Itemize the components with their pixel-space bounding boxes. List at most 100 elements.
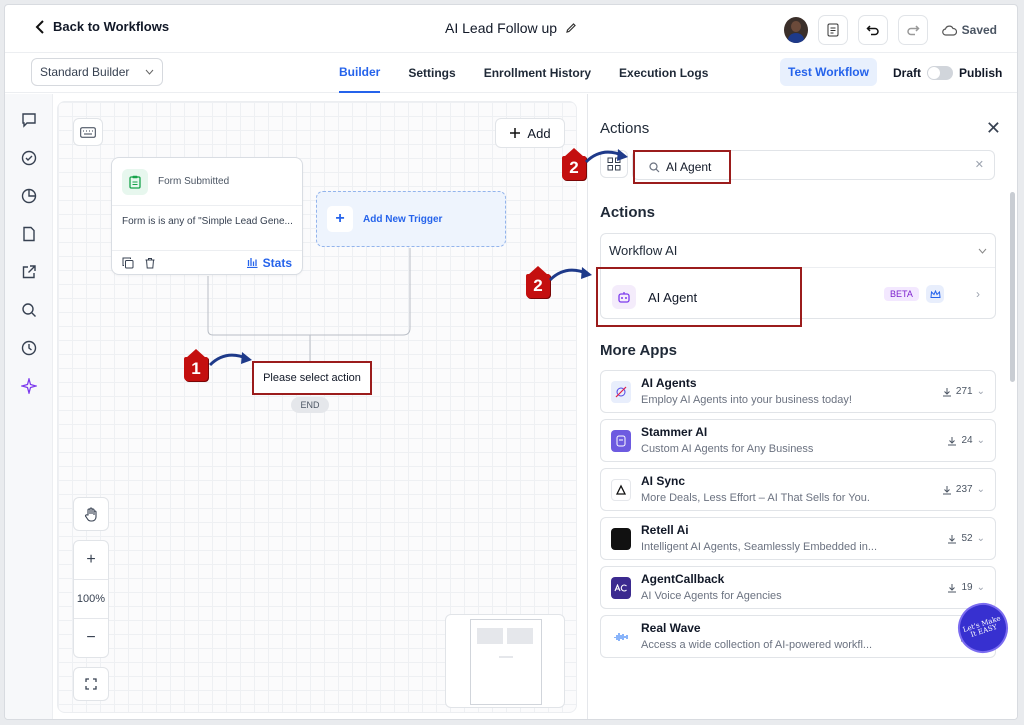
- download-icon: [942, 485, 951, 494]
- redo-button[interactable]: [897, 15, 928, 45]
- publish-toggle-group: Draft Publish: [893, 66, 1002, 80]
- workflow-ai-label: Workflow AI: [609, 243, 678, 258]
- workflow-canvas[interactable]: Add Form Submitted Form is is any of "Si…: [57, 101, 577, 713]
- sparkle-icon: [21, 378, 37, 394]
- actions-heading: Actions: [600, 204, 656, 221]
- top-actions: Saved: [783, 15, 997, 45]
- clear-search-icon[interactable]: ✕: [975, 158, 984, 171]
- back-label: Back to Workflows: [53, 19, 170, 34]
- trigger-card-form-submitted[interactable]: Form Submitted Form is is any of "Simple…: [111, 157, 303, 275]
- rail-analytics[interactable]: [19, 186, 39, 206]
- trigger-card-header: Form Submitted: [112, 158, 302, 206]
- undo-button[interactable]: [857, 15, 888, 45]
- chevron-down-icon: [145, 69, 154, 75]
- keyboard-icon: [80, 126, 96, 138]
- more-apps-heading: More Apps: [600, 342, 677, 359]
- rail-external[interactable]: [19, 262, 39, 282]
- plus-icon: [510, 128, 521, 138]
- app-card-agentcallback[interactable]: AgentCallback AI Voice Agents for Agenci…: [600, 566, 996, 609]
- workflow-title[interactable]: AI Lead Follow up: [445, 20, 577, 36]
- zoom-in-button[interactable]: +: [86, 541, 95, 579]
- keyboard-shortcuts-button[interactable]: [73, 118, 103, 146]
- test-workflow-button[interactable]: Test Workflow: [780, 58, 877, 86]
- add-label: Add: [527, 125, 551, 141]
- rail-check[interactable]: [19, 148, 39, 168]
- copy-icon[interactable]: [122, 257, 134, 269]
- panel-title: Actions: [600, 120, 650, 137]
- app-name: AI Sync: [641, 474, 686, 488]
- search-input[interactable]: AI Agent ✕: [632, 150, 995, 184]
- trash-icon[interactable]: [144, 257, 156, 269]
- app-card-ai-agents[interactable]: AI Agents Employ AI Agents into your bus…: [600, 370, 996, 413]
- search-value: AI Agent: [666, 160, 712, 174]
- search-highlight: AI Agent: [633, 150, 731, 184]
- pan-tool-button[interactable]: [73, 497, 109, 531]
- rail-search[interactable]: [19, 300, 39, 320]
- robot-icon: [612, 285, 636, 309]
- app-desc: Intelligent AI Agents, Seamlessly Embedd…: [641, 541, 878, 553]
- publish-toggle[interactable]: [927, 66, 954, 80]
- install-count: 52 ⌄: [947, 533, 985, 544]
- minimap-node: [499, 656, 513, 658]
- install-count-value: 237: [955, 484, 973, 495]
- ai-agent-action[interactable]: AI Agent: [596, 267, 802, 327]
- tab-settings[interactable]: Settings: [408, 53, 455, 93]
- form-icon: [122, 168, 148, 195]
- install-count: 24 ⌄: [947, 435, 985, 446]
- app-card-retell-ai[interactable]: Retell Ai Intelligent AI Agents, Seamles…: [600, 517, 996, 560]
- step-marker-1: 1: [184, 349, 208, 381]
- saved-label: Saved: [961, 23, 997, 37]
- fullscreen-icon: [85, 678, 97, 690]
- tab-builder[interactable]: Builder: [339, 53, 381, 93]
- app-window: Back to Workflows AI Lead Follow up Save…: [4, 4, 1018, 720]
- stats-button[interactable]: Stats: [246, 256, 292, 270]
- check-circle-icon: [21, 150, 37, 166]
- notes-button[interactable]: [817, 15, 848, 45]
- back-to-workflows-link[interactable]: Back to Workflows: [35, 19, 169, 34]
- add-new-trigger-button[interactable]: + Add New Trigger: [316, 191, 506, 247]
- install-count-value: 24: [961, 435, 973, 446]
- ai-agent-label: AI Agent: [648, 289, 698, 305]
- sub-bar: Standard Builder Builder Settings Enroll…: [5, 53, 1017, 93]
- trigger-card-footer: Stats: [112, 250, 302, 274]
- draft-label: Draft: [893, 66, 922, 80]
- add-button[interactable]: Add: [495, 118, 565, 148]
- builder-select[interactable]: Standard Builder: [31, 58, 163, 86]
- avatar[interactable]: [783, 17, 808, 43]
- search-icon: [22, 303, 36, 317]
- agentcallback-logo-icon: [611, 577, 631, 599]
- app-desc: More Deals, Less Effort – AI That Sells …: [641, 492, 870, 504]
- rail-history[interactable]: [19, 338, 39, 358]
- minimap[interactable]: [445, 614, 565, 708]
- top-bar: Back to Workflows AI Lead Follow up Save…: [5, 5, 1017, 53]
- ai-agents-logo-icon: [611, 381, 631, 403]
- panel-scrollbar[interactable]: [1010, 192, 1015, 382]
- zoom-out-button[interactable]: −: [86, 619, 95, 657]
- chevron-down-icon: ⌄: [976, 533, 985, 544]
- app-name: AgentCallback: [641, 572, 725, 586]
- rail-file[interactable]: [19, 224, 39, 244]
- app-card-stammer-ai[interactable]: Stammer AI Custom AI Agents for Any Busi…: [600, 419, 996, 462]
- workflow-ai-header[interactable]: Workflow AI: [601, 234, 995, 268]
- close-icon[interactable]: ✕: [986, 118, 1001, 139]
- fit-view-button[interactable]: [73, 667, 109, 701]
- tab-enrollment-history[interactable]: Enrollment History: [484, 53, 591, 93]
- chevron-left-icon: [35, 19, 44, 34]
- retell-logo-icon: [611, 528, 631, 550]
- app-name: AI Agents: [641, 376, 697, 390]
- app-card-ai-sync[interactable]: AI Sync More Deals, Less Effort – AI Tha…: [600, 468, 996, 511]
- select-action-node[interactable]: Please select action: [252, 361, 372, 395]
- external-link-icon: [22, 265, 36, 279]
- workflow-title-text: AI Lead Follow up: [445, 20, 558, 36]
- tab-execution-logs[interactable]: Execution Logs: [619, 53, 708, 93]
- arrow-icon: [548, 267, 592, 282]
- rail-ai[interactable]: [19, 376, 39, 396]
- chat-icon: [22, 113, 36, 128]
- app-card-real-wave[interactable]: Real Wave Access a wide collection of AI…: [600, 615, 996, 658]
- end-node: END: [291, 397, 329, 413]
- rail-chat[interactable]: [19, 110, 39, 130]
- pencil-icon[interactable]: [565, 22, 577, 34]
- tab-bar: Builder Settings Enrollment History Exec…: [339, 53, 708, 93]
- publish-label: Publish: [959, 66, 1003, 80]
- download-icon: [942, 387, 951, 396]
